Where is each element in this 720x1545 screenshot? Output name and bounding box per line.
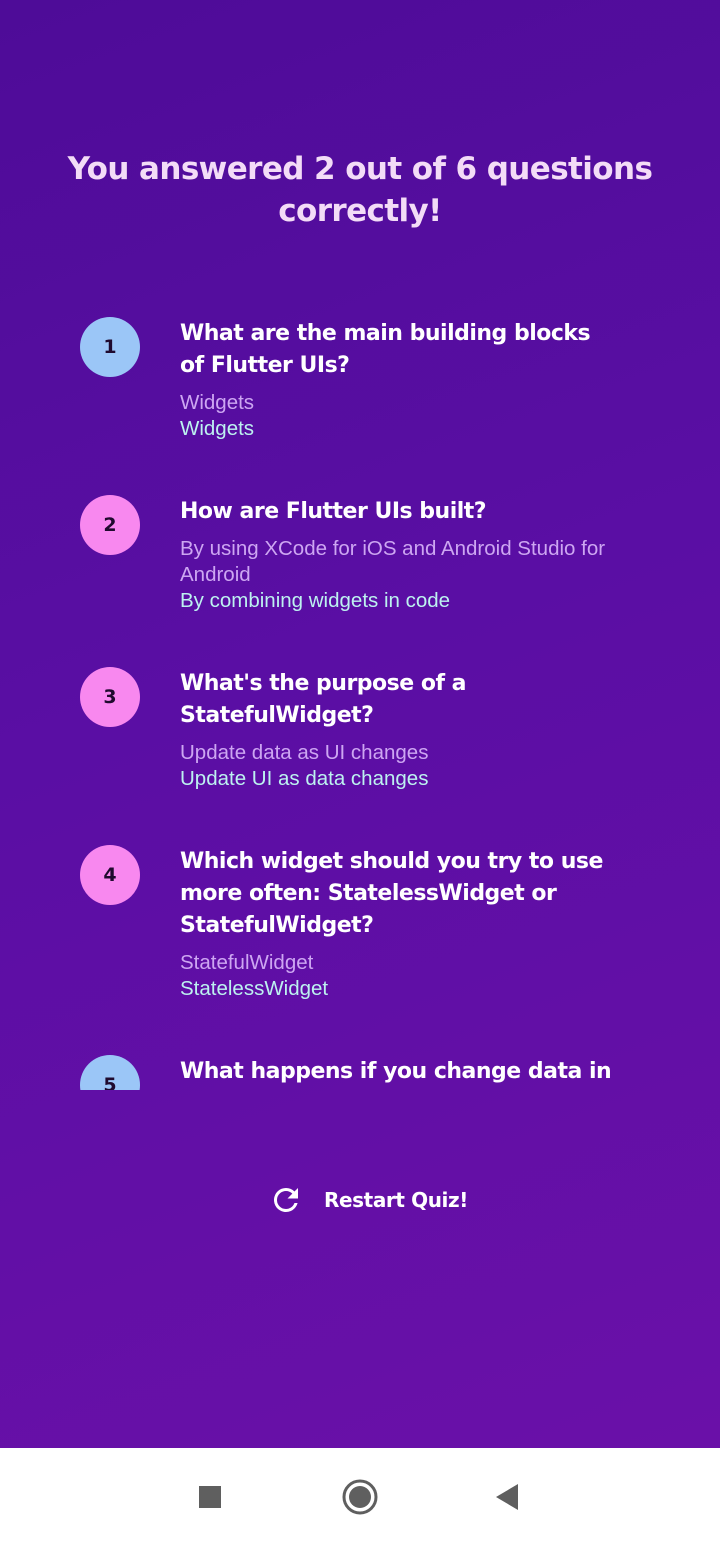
summary-item-body: What happens if you change data in a — [180, 1056, 620, 1090]
question-index-badge: 5 — [80, 1055, 140, 1090]
question-text: What's the purpose of a StatefulWidget? — [180, 671, 467, 728]
results-screen: You answered 2 out of 6 questions correc… — [0, 0, 720, 1448]
correct-answer: By combining widgets in code — [180, 589, 451, 612]
restart-quiz-button[interactable]: Restart Quiz! — [254, 1172, 474, 1228]
user-answer: StatefulWidget — [180, 951, 314, 974]
triangle-back-icon — [496, 1484, 518, 1510]
user-answer: Widgets — [180, 391, 255, 414]
home-button[interactable] — [335, 1472, 385, 1522]
question-index-badge: 2 — [80, 495, 140, 555]
question-text: What are the main building blocks of Flu… — [180, 321, 591, 378]
summary-item-body: What are the main building blocks of Flu… — [180, 318, 620, 442]
back-button[interactable] — [482, 1472, 532, 1522]
system-navigation-bar — [0, 1448, 720, 1545]
correct-answer: StatelessWidget — [180, 977, 329, 1000]
question-index-badge: 1 — [80, 317, 140, 377]
correct-answer: Update UI as data changes — [180, 767, 429, 790]
user-answer: Update data as UI changes — [180, 741, 429, 764]
question-text: How are Flutter UIs built? — [180, 499, 487, 524]
question-text: What happens if you change data in a — [180, 1059, 612, 1084]
summary-item-body: What's the purpose of a StatefulWidget? … — [180, 668, 620, 792]
question-index-badge: 3 — [80, 667, 140, 727]
questions-summary-list[interactable]: 1 What are the main building blocks of F… — [0, 312, 720, 1090]
summary-item-body: Which widget should you try to use more … — [180, 846, 620, 1002]
recents-button[interactable] — [185, 1472, 235, 1522]
question-text: Which widget should you try to use more … — [180, 849, 603, 938]
refresh-icon — [273, 1188, 298, 1212]
correct-answer: Widgets — [180, 417, 255, 440]
summary-item-body: How are Flutter UIs built? By using XCod… — [180, 496, 620, 614]
square-recents-icon — [199, 1486, 221, 1508]
restart-quiz-label: Restart Quiz! — [324, 1188, 468, 1212]
user-answer: By using XCode for iOS and Android Studi… — [180, 537, 606, 586]
circle-home-icon — [342, 1479, 378, 1515]
result-title: You answered 2 out of 6 questions correc… — [67, 151, 653, 229]
question-index-badge: 4 — [80, 845, 140, 905]
